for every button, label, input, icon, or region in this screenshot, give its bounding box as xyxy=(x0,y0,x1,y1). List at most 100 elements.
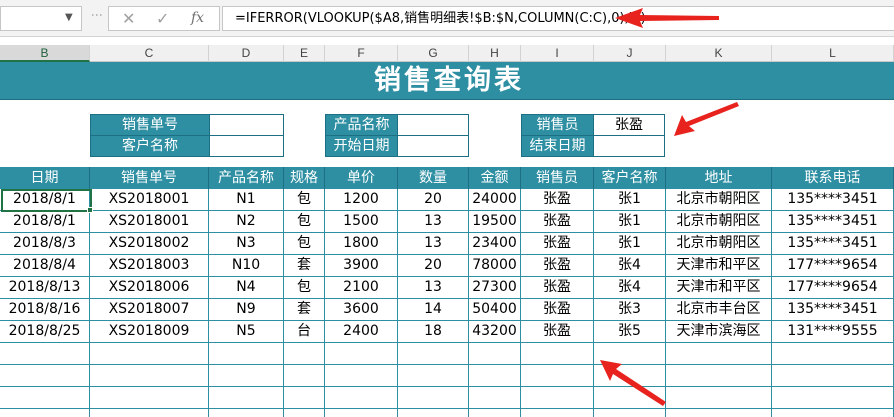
table-cell[interactable]: N1 xyxy=(209,189,284,211)
table-cell[interactable] xyxy=(284,365,325,387)
table-cell[interactable]: 135****3451 xyxy=(772,189,894,211)
confirm-icon[interactable]: ✓ xyxy=(156,9,169,28)
table-cell[interactable]: 19500 xyxy=(469,211,521,233)
table-cell[interactable]: 天津市和平区 xyxy=(666,277,772,299)
column-header-b[interactable]: B xyxy=(0,45,90,62)
table-cell[interactable]: 13 xyxy=(398,277,469,299)
table-cell[interactable] xyxy=(209,387,284,409)
table-cell[interactable] xyxy=(284,343,325,365)
table-cell[interactable]: 2018/8/4 xyxy=(0,255,90,277)
table-cell[interactable]: 包 xyxy=(284,233,325,255)
table-cell[interactable]: 张盈 xyxy=(521,189,594,211)
table-cell[interactable]: 张盈 xyxy=(521,255,594,277)
column-header-i[interactable]: I xyxy=(521,45,594,62)
table-cell[interactable]: 2400 xyxy=(325,321,398,343)
table-cell[interactable] xyxy=(666,409,772,417)
table-cell[interactable]: 北京市朝阳区 xyxy=(666,211,772,233)
table-cell[interactable]: 张1 xyxy=(594,233,666,255)
table-cell[interactable]: 1200 xyxy=(325,189,398,211)
table-cell[interactable]: XS2018001 xyxy=(90,189,209,211)
chevron-down-icon[interactable]: ▼ xyxy=(65,12,73,23)
insert-function-icon[interactable]: fx xyxy=(191,10,204,26)
table-cell[interactable]: 135****3451 xyxy=(772,233,894,255)
table-cell[interactable] xyxy=(398,409,469,417)
table-cell[interactable]: 台 xyxy=(284,321,325,343)
table-cell[interactable]: 23400 xyxy=(469,233,521,255)
table-cell[interactable] xyxy=(0,365,90,387)
table-cell[interactable]: XS2018007 xyxy=(90,299,209,321)
table-cell[interactable]: 3600 xyxy=(325,299,398,321)
table-cell[interactable] xyxy=(398,343,469,365)
table-cell[interactable]: 2018/8/1 xyxy=(0,189,90,211)
column-header-c[interactable]: C xyxy=(90,45,209,62)
table-cell[interactable] xyxy=(90,343,209,365)
table-cell[interactable] xyxy=(521,343,594,365)
table-cell[interactable] xyxy=(90,387,209,409)
table-cell[interactable]: 北京市丰台区 xyxy=(666,299,772,321)
table-cell[interactable]: 北京市朝阳区 xyxy=(666,189,772,211)
table-cell[interactable] xyxy=(521,387,594,409)
table-cell[interactable]: 20 xyxy=(398,255,469,277)
table-cell[interactable]: 14 xyxy=(398,299,469,321)
table-cell[interactable]: 78000 xyxy=(469,255,521,277)
table-cell[interactable] xyxy=(209,365,284,387)
table-cell[interactable]: 24000 xyxy=(469,189,521,211)
table-cell[interactable]: 张盈 xyxy=(521,277,594,299)
table-cell[interactable]: 张3 xyxy=(594,299,666,321)
table-cell[interactable] xyxy=(284,387,325,409)
table-cell[interactable]: N10 xyxy=(209,255,284,277)
start-date-input[interactable] xyxy=(397,135,469,157)
table-cell[interactable]: 张5 xyxy=(594,321,666,343)
table-cell[interactable] xyxy=(209,409,284,417)
table-cell[interactable]: 13 xyxy=(398,211,469,233)
table-cell[interactable]: 1800 xyxy=(325,233,398,255)
table-cell[interactable]: 张盈 xyxy=(521,321,594,343)
table-cell[interactable] xyxy=(284,409,325,417)
table-cell[interactable]: 27300 xyxy=(469,277,521,299)
column-header-d[interactable]: D xyxy=(209,45,284,62)
column-header-f[interactable]: F xyxy=(325,45,398,62)
table-cell[interactable]: 18 xyxy=(398,321,469,343)
table-cell[interactable]: N9 xyxy=(209,299,284,321)
table-cell[interactable] xyxy=(666,365,772,387)
table-cell[interactable]: 135****3451 xyxy=(772,299,894,321)
table-cell[interactable]: 135****3451 xyxy=(772,211,894,233)
table-cell[interactable]: 13 xyxy=(398,233,469,255)
table-cell[interactable]: 北京市朝阳区 xyxy=(666,233,772,255)
product-input[interactable] xyxy=(397,114,469,136)
table-cell[interactable] xyxy=(772,387,894,409)
table-cell[interactable] xyxy=(469,409,521,417)
name-box[interactable]: ▼ xyxy=(0,6,82,31)
table-cell[interactable] xyxy=(594,409,666,417)
table-cell[interactable]: N3 xyxy=(209,233,284,255)
table-cell[interactable] xyxy=(325,343,398,365)
table-cell[interactable]: N5 xyxy=(209,321,284,343)
table-cell[interactable] xyxy=(666,387,772,409)
table-cell[interactable] xyxy=(325,387,398,409)
order-no-input[interactable] xyxy=(209,114,284,136)
column-header-e[interactable]: E xyxy=(284,45,325,62)
table-cell[interactable]: XS2018003 xyxy=(90,255,209,277)
table-cell[interactable] xyxy=(325,409,398,417)
customer-input[interactable] xyxy=(209,135,284,157)
table-cell[interactable]: 50400 xyxy=(469,299,521,321)
table-cell[interactable] xyxy=(0,409,90,417)
table-cell[interactable] xyxy=(521,409,594,417)
table-cell[interactable]: N2 xyxy=(209,211,284,233)
table-cell[interactable]: 套 xyxy=(284,255,325,277)
table-cell[interactable]: 天津市和平区 xyxy=(666,255,772,277)
formula-input[interactable]: =IFERROR(VLOOKUP($A8,销售明细表!$B:$N,COLUMN(… xyxy=(222,6,894,31)
table-cell[interactable]: 2018/8/3 xyxy=(0,233,90,255)
table-cell[interactable]: 张4 xyxy=(594,255,666,277)
table-cell[interactable]: 20 xyxy=(398,189,469,211)
table-cell[interactable] xyxy=(521,365,594,387)
table-cell[interactable]: 2100 xyxy=(325,277,398,299)
table-cell[interactable]: 张盈 xyxy=(521,233,594,255)
table-cell[interactable]: N4 xyxy=(209,277,284,299)
table-cell[interactable] xyxy=(772,365,894,387)
table-cell[interactable]: 43200 xyxy=(469,321,521,343)
table-cell[interactable] xyxy=(0,343,90,365)
table-cell[interactable] xyxy=(772,343,894,365)
table-cell[interactable]: 177****9654 xyxy=(772,255,894,277)
table-cell[interactable]: 张盈 xyxy=(521,299,594,321)
